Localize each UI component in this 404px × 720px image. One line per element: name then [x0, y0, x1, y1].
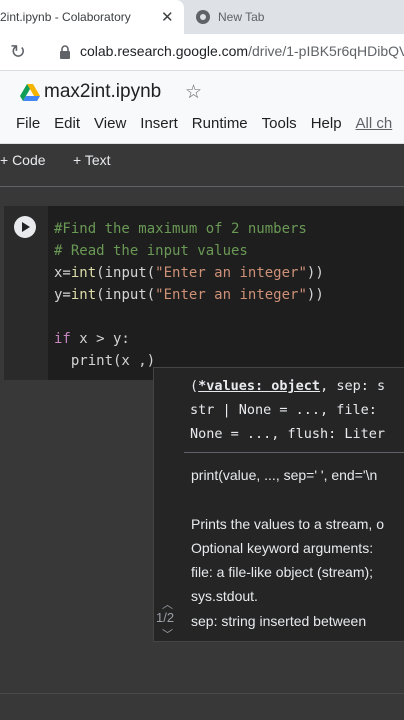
- colab-header: max2int.ipynb ☆ File Edit View Insert Ru…: [0, 71, 404, 144]
- doc-line: sep: string inserted between: [191, 613, 367, 629]
- tab-title: New Tab: [218, 10, 265, 24]
- doc-line: Prints the values to a stream, o: [191, 516, 384, 532]
- code-line: y=int(input("Enter an integer")): [54, 287, 324, 303]
- code-line: if x > y:: [54, 331, 130, 347]
- usage-line: print(value, ..., sep=' ', end='\n: [191, 467, 378, 483]
- code-cell[interactable]: #Find the maximum of 2 numbers # Read the…: [4, 206, 404, 380]
- url-host: colab.research.google.com: [80, 43, 249, 59]
- url-path: /drive/1-pIBK5r6qHDibQVp: [248, 43, 404, 59]
- code-line: # Read the input values: [54, 243, 248, 259]
- lock-icon[interactable]: [57, 44, 73, 60]
- code-line: #Find the maximum of 2 numbers: [54, 221, 307, 237]
- signature-line: None = ..., flush: Liter: [190, 426, 386, 442]
- sig-active-param: *values: object: [198, 378, 321, 394]
- menu-runtime[interactable]: Runtime: [192, 115, 248, 132]
- signature-line: (*values: object, sep: s: [190, 378, 385, 394]
- bottom-divider: [0, 693, 404, 694]
- tab-title: x2int.ipynb - Colaboratory: [0, 10, 131, 24]
- menu-edit[interactable]: Edit: [54, 115, 80, 132]
- notebook-title[interactable]: max2int.ipynb: [44, 81, 161, 103]
- doc-line: file: a file-like object (stream);: [191, 564, 374, 580]
- menu-tools[interactable]: Tools: [262, 115, 297, 132]
- sig-open-paren: (: [190, 378, 199, 394]
- doc-line: sys.stdout.: [191, 588, 258, 604]
- doc-line: Optional keyword arguments:: [191, 540, 374, 556]
- overload-counter: 1/2: [156, 610, 175, 625]
- google-drive-icon[interactable]: [20, 84, 40, 102]
- popup-divider: [184, 452, 404, 453]
- add-text-button[interactable]: + Text: [73, 152, 111, 168]
- menu-file[interactable]: File: [16, 115, 40, 132]
- menu-insert[interactable]: Insert: [140, 115, 178, 132]
- address-bar: ↻ colab.research.google.com/drive/1-pIBK…: [0, 34, 404, 71]
- chrome-icon: [196, 10, 210, 24]
- close-icon[interactable]: ✕: [161, 8, 174, 26]
- reload-icon[interactable]: ↻: [10, 41, 26, 64]
- notebook-toolbar: + Code + Text: [0, 144, 404, 176]
- url-field[interactable]: colab.research.google.com/drive/1-pIBK5r…: [80, 43, 404, 59]
- code-line: x=int(input("Enter an integer")): [54, 265, 324, 281]
- all-changes-link[interactable]: All ch: [356, 115, 393, 132]
- cell-gutter: [4, 206, 48, 380]
- toolbar-divider: [0, 186, 404, 187]
- star-icon[interactable]: ☆: [185, 81, 202, 104]
- signature-help-popup: (*values: object, sep: s str | None = ..…: [153, 367, 404, 642]
- sig-rest: , sep: s: [320, 378, 386, 394]
- menu-help[interactable]: Help: [311, 115, 342, 132]
- chevron-down-icon[interactable]: ﹀: [162, 626, 173, 641]
- browser-tabbar: x2int.ipynb - Colaboratory ✕ New Tab: [0, 0, 404, 34]
- tab-new-tab[interactable]: New Tab: [190, 0, 404, 34]
- tab-colab[interactable]: x2int.ipynb - Colaboratory ✕: [0, 0, 184, 34]
- add-code-button[interactable]: + Code: [0, 152, 46, 168]
- run-cell-button[interactable]: [14, 216, 36, 238]
- menu-bar: File Edit View Insert Runtime Tools Help…: [16, 115, 404, 132]
- signature-line: str | None = ..., file:: [190, 402, 377, 418]
- code-editor[interactable]: #Find the maximum of 2 numbers # Read the…: [54, 218, 324, 372]
- menu-view[interactable]: View: [94, 115, 126, 132]
